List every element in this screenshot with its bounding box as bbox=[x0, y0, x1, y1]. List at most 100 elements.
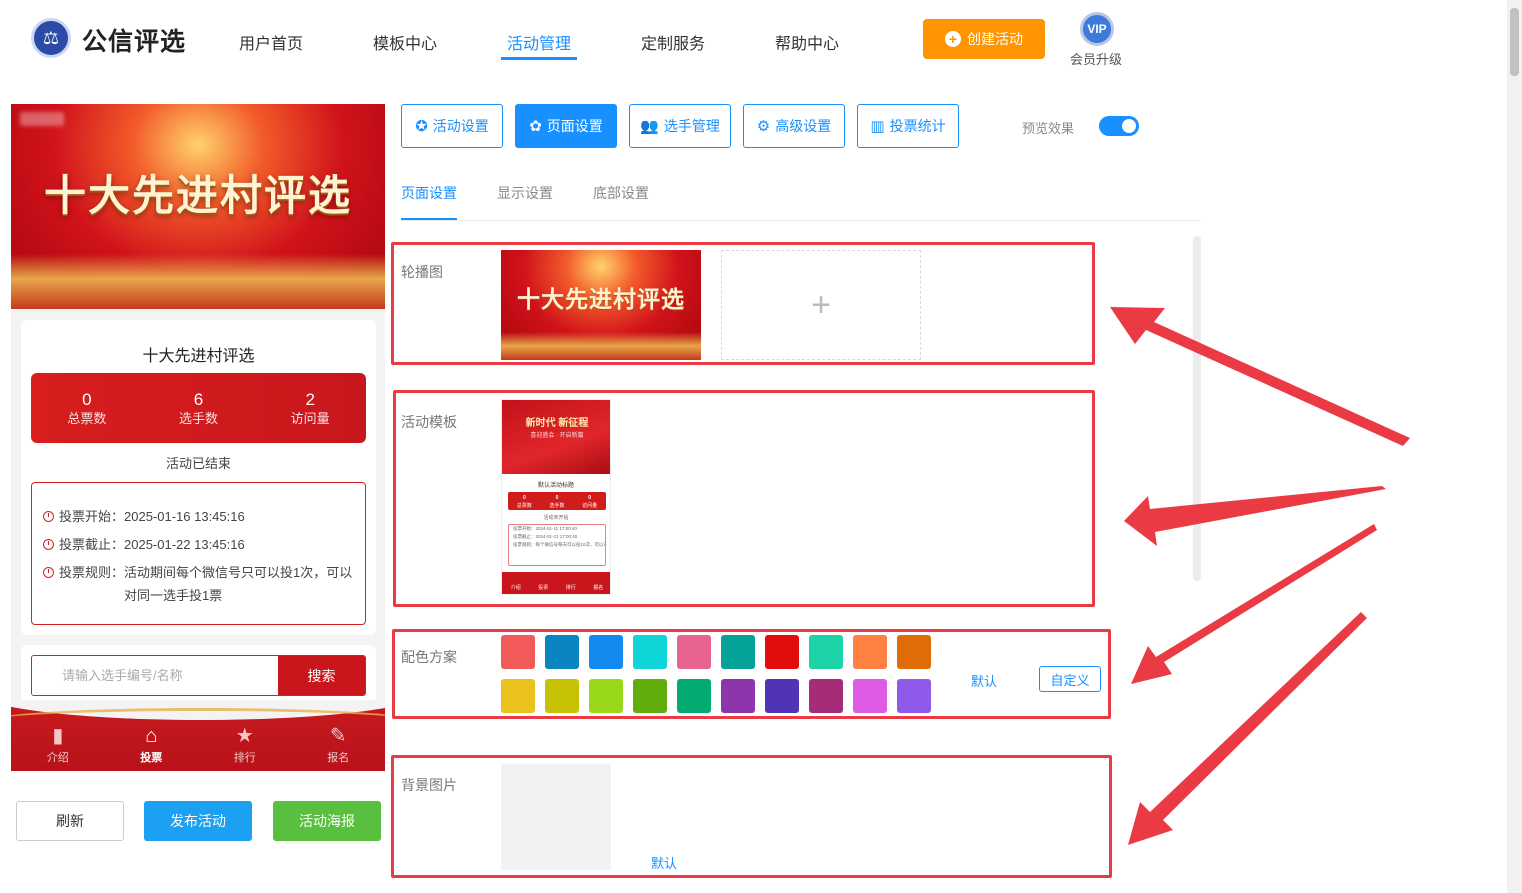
preview-toggle[interactable] bbox=[1099, 116, 1139, 136]
color-swatch[interactable] bbox=[677, 679, 711, 713]
color-swatch[interactable] bbox=[853, 635, 887, 669]
info-icon bbox=[43, 567, 54, 578]
color-swatch[interactable] bbox=[721, 679, 755, 713]
color-swatch[interactable] bbox=[633, 635, 667, 669]
rule-line-2: 对同一选手投1票 bbox=[124, 588, 223, 603]
trophy-icon: ★ bbox=[235, 725, 254, 747]
color-swatch[interactable] bbox=[853, 679, 887, 713]
brand-name[interactable]: 公信评选 bbox=[82, 22, 186, 58]
tab-label: 投票统计 bbox=[889, 118, 946, 134]
color-swatch[interactable] bbox=[501, 635, 535, 669]
tab-label: 活动设置 bbox=[432, 118, 489, 134]
preview-banner: 十大先进村评选 bbox=[11, 104, 385, 309]
tab-activity-settings[interactable]: ✪ 活动设置 bbox=[401, 104, 503, 148]
site-logo[interactable]: ⚖ bbox=[31, 18, 71, 58]
color-scheme-label: 配色方案 bbox=[401, 649, 457, 665]
template-thumbnail[interactable]: 新时代 新征程 喜迎盛会 · 开启新篇 默认活动标题 0 总票数 0 选手数 0 访问… bbox=[501, 399, 611, 595]
color-default-link[interactable]: 默认 bbox=[971, 671, 997, 690]
publish-button[interactable]: 发布活动 bbox=[144, 801, 252, 841]
sliders-icon: ⚙ bbox=[756, 118, 771, 135]
color-swatch[interactable] bbox=[589, 679, 623, 713]
rule-end-text: 投票截止：2025-01-22 13:45:16 bbox=[59, 537, 245, 552]
rule-start: 投票开始：2025-01-16 13:45:16 bbox=[43, 505, 245, 528]
stat-label: 总票数 bbox=[67, 410, 107, 426]
bottom-nav-vote[interactable]: ⌂ 投票 bbox=[105, 700, 199, 771]
bottom-nav-rank[interactable]: ★ 排行 bbox=[198, 700, 292, 771]
nav-template-center[interactable]: 模板中心 bbox=[373, 30, 437, 54]
carousel-image[interactable]: 十大先进村评选 bbox=[501, 250, 701, 360]
stat-value: 2 bbox=[305, 389, 315, 409]
color-swatch[interactable] bbox=[897, 679, 931, 713]
tab-label: 高级设置 bbox=[775, 118, 832, 134]
arrow-to-carousel bbox=[1110, 307, 1410, 446]
template-thumb-header: 新时代 新征程 喜迎盛会 · 开启新篇 bbox=[502, 400, 610, 474]
preview-toggle-label: 预览效果 bbox=[1022, 121, 1075, 136]
activity-status: 活动已结束 bbox=[165, 456, 231, 471]
refresh-button[interactable]: 刷新 bbox=[16, 801, 124, 841]
tab-label: 页面设置 bbox=[546, 118, 603, 134]
background-image-thumbnail[interactable] bbox=[501, 764, 611, 870]
color-swatch[interactable] bbox=[545, 679, 579, 713]
tab-page-settings[interactable]: ✿ 页面设置 bbox=[515, 104, 617, 148]
tab-advanced-settings[interactable]: ⚙ 高级设置 bbox=[743, 104, 845, 148]
vip-icon[interactable]: VIP bbox=[1080, 12, 1114, 46]
color-swatch[interactable] bbox=[809, 635, 843, 669]
search-button[interactable]: 搜索 bbox=[278, 656, 365, 695]
subtab-footer-settings[interactable]: 底部设置 bbox=[593, 183, 649, 203]
color-swatch[interactable] bbox=[589, 635, 623, 669]
arrow-to-colors bbox=[1131, 524, 1377, 684]
stat-value: 0 bbox=[82, 389, 92, 409]
subtab-display-settings[interactable]: 显示设置 bbox=[497, 183, 553, 203]
bottom-nav-register[interactable]: ✎ 报名 bbox=[292, 700, 386, 771]
vip-upgrade-link[interactable]: 会员升级 bbox=[1070, 49, 1122, 68]
template-thumb-stat: 0 选手数 bbox=[541, 492, 574, 510]
color-swatch[interactable] bbox=[765, 679, 799, 713]
preview-bottom-nav: ▮ 介绍 ⌂ 投票 ★ 排行 ✎ 报名 bbox=[11, 700, 385, 771]
stat-total-votes: 0 总票数 bbox=[31, 373, 143, 443]
create-activity-button[interactable]: + 创建活动 bbox=[923, 19, 1045, 59]
bottom-nav-label: 报名 bbox=[327, 752, 350, 764]
home-icon: ⌂ bbox=[145, 725, 158, 747]
color-swatch[interactable] bbox=[765, 635, 799, 669]
clock-icon bbox=[43, 539, 54, 550]
color-swatch[interactable] bbox=[633, 679, 667, 713]
subtab-page-settings[interactable]: 页面设置 bbox=[401, 183, 457, 203]
clock-icon bbox=[43, 511, 54, 522]
nav-help-center[interactable]: 帮助中心 bbox=[775, 30, 839, 54]
nav-activity-management[interactable]: 活动管理 bbox=[507, 30, 571, 54]
stat-value: 6 bbox=[193, 389, 204, 409]
color-swatch[interactable] bbox=[721, 635, 755, 669]
bottom-nav-intro[interactable]: ▮ 介绍 bbox=[11, 700, 105, 771]
search-input[interactable] bbox=[32, 656, 280, 695]
color-swatch[interactable] bbox=[501, 679, 535, 713]
contestant-search: 搜索 bbox=[31, 655, 366, 696]
page-scrollbar-thumb[interactable] bbox=[1510, 8, 1519, 76]
carousel-image-title: 十大先进村评选 bbox=[517, 286, 685, 312]
arrow-to-template bbox=[1124, 486, 1386, 546]
settings-scrollbar[interactable] bbox=[1193, 236, 1201, 581]
activity-stats: 0 总票数 6 选手数 2 访问量 bbox=[31, 373, 366, 443]
color-swatch[interactable] bbox=[677, 635, 711, 669]
background-default-link[interactable]: 默认 bbox=[651, 853, 677, 872]
activity-title: 十大先进村评选 bbox=[142, 348, 255, 365]
plus-icon: + bbox=[811, 285, 831, 324]
template-thumb-stats: 0 总票数 0 选手数 0 访问量 bbox=[508, 492, 606, 510]
color-swatch[interactable] bbox=[809, 679, 843, 713]
bottom-nav-label: 排行 bbox=[233, 752, 256, 764]
color-swatch[interactable] bbox=[545, 635, 579, 669]
poster-button[interactable]: 活动海报 bbox=[273, 801, 381, 841]
tab-contestant-management[interactable]: 👥 选手管理 bbox=[629, 104, 731, 148]
color-swatch[interactable] bbox=[897, 635, 931, 669]
page-scrollbar[interactable] bbox=[1507, 0, 1522, 893]
color-custom-button[interactable]: 自定义 bbox=[1039, 666, 1101, 692]
banner-title: 十大先进村评选 bbox=[43, 172, 352, 219]
carousel-image-art bbox=[501, 332, 701, 360]
template-thumb-stat: 0 总票数 bbox=[508, 492, 541, 510]
nav-custom-service[interactable]: 定制服务 bbox=[641, 30, 705, 54]
star-icon: ✪ bbox=[415, 118, 428, 135]
nav-user-home[interactable]: 用户首页 bbox=[239, 30, 303, 54]
template-thumb-nav-item: 报名 bbox=[593, 585, 604, 591]
tab-vote-statistics[interactable]: ▥ 投票统计 bbox=[857, 104, 959, 148]
template-thumb-nav-item: 介绍 bbox=[510, 585, 521, 591]
add-carousel-button[interactable]: + bbox=[721, 250, 921, 360]
